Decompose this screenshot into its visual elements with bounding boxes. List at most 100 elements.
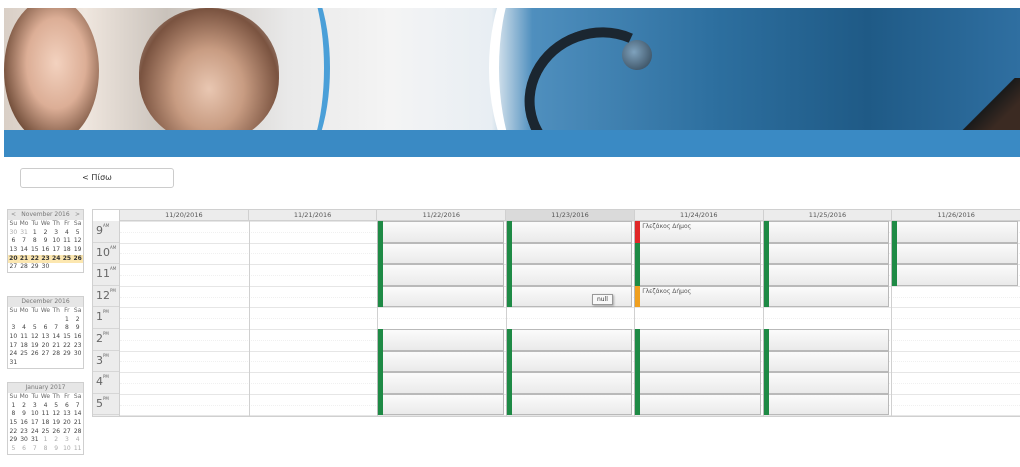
available-slot[interactable] xyxy=(762,393,890,416)
calendar-day[interactable]: 9 xyxy=(19,410,30,419)
calendar-day[interactable]: 7 xyxy=(29,445,40,454)
calendar-day[interactable]: 15 xyxy=(29,246,40,255)
calendar-day[interactable]: 11 xyxy=(40,410,51,419)
calendar-day[interactable]: 29 xyxy=(29,263,40,272)
calendar-day[interactable]: 4 xyxy=(19,324,30,333)
calendar-day[interactable]: 3 xyxy=(51,229,62,238)
available-slot[interactable] xyxy=(762,221,890,243)
calendar-day[interactable]: 29 xyxy=(62,350,73,359)
available-slot[interactable] xyxy=(377,329,504,351)
calendar-day[interactable]: 30 xyxy=(8,229,19,238)
available-slot[interactable] xyxy=(377,393,504,416)
available-slot[interactable] xyxy=(634,329,761,351)
calendar-day[interactable]: 31 xyxy=(29,436,40,445)
calendar-day[interactable]: 13 xyxy=(8,246,19,255)
calendar-day[interactable]: 3 xyxy=(62,436,73,445)
calendar-day[interactable]: 26 xyxy=(51,428,62,437)
calendar-day[interactable]: 15 xyxy=(8,419,19,428)
calendar-day[interactable]: 11 xyxy=(62,237,73,246)
available-slot[interactable] xyxy=(762,372,890,394)
available-slot[interactable] xyxy=(762,329,890,351)
calendar-day[interactable]: 25 xyxy=(40,428,51,437)
available-slot[interactable] xyxy=(891,242,1018,265)
calendar-day[interactable]: 19 xyxy=(72,246,83,255)
available-slot[interactable] xyxy=(762,242,890,265)
calendar-day[interactable]: 17 xyxy=(8,342,19,351)
calendar-day[interactable]: 20 xyxy=(40,342,51,351)
calendar-day[interactable]: 4 xyxy=(62,229,73,238)
calendar-day[interactable]: 23 xyxy=(72,342,83,351)
calendar-day[interactable]: 8 xyxy=(40,445,51,454)
calendar-day[interactable]: 6 xyxy=(8,237,19,246)
calendar-day[interactable]: 21 xyxy=(72,419,83,428)
available-slot[interactable] xyxy=(505,372,633,394)
calendar-day[interactable]: 16 xyxy=(72,333,83,342)
available-slot[interactable] xyxy=(505,393,633,416)
calendar-day[interactable]: 31 xyxy=(8,359,19,368)
calendar-day[interactable]: 21 xyxy=(18,254,30,264)
calendar-day[interactable]: 10 xyxy=(8,333,19,342)
calendar-day[interactable]: 5 xyxy=(72,229,83,238)
calendar-day[interactable]: 25 xyxy=(19,350,30,359)
calendar-day[interactable]: 1 xyxy=(40,436,51,445)
calendar-day[interactable]: 9 xyxy=(72,324,83,333)
available-slot[interactable] xyxy=(377,221,504,243)
available-slot[interactable] xyxy=(377,242,504,265)
calendar-day[interactable]: 14 xyxy=(72,410,83,419)
calendar-day[interactable]: 27 xyxy=(40,350,51,359)
booked-appointment[interactable]: Γλεζάκος Δήμος xyxy=(634,221,761,243)
calendar-day[interactable]: 4 xyxy=(40,402,51,411)
calendar-day[interactable]: 9 xyxy=(40,237,51,246)
calendar-day[interactable]: 10 xyxy=(62,445,73,454)
calendar-day[interactable]: 22 xyxy=(8,428,19,437)
calendar-day[interactable]: 16 xyxy=(40,246,51,255)
available-slot[interactable] xyxy=(505,242,633,265)
day-column-header[interactable]: 11/22/2016 xyxy=(376,210,505,220)
calendar-day[interactable]: 24 xyxy=(29,428,40,437)
calendar-day[interactable]: 14 xyxy=(19,246,30,255)
calendar-day[interactable]: 20 xyxy=(62,419,73,428)
calendar-day[interactable]: 8 xyxy=(62,324,73,333)
day-column-header[interactable]: 11/23/2016 xyxy=(505,210,634,220)
calendar-day[interactable]: 31 xyxy=(19,229,30,238)
calendar-day[interactable]: 16 xyxy=(19,419,30,428)
calendar-day[interactable]: 1 xyxy=(62,316,73,325)
calendar-day[interactable]: 7 xyxy=(51,324,62,333)
calendar-day[interactable]: 5 xyxy=(29,324,40,333)
calendar-day[interactable]: 30 xyxy=(72,350,83,359)
calendar-day[interactable]: 7 xyxy=(72,402,83,411)
calendar-day[interactable]: 18 xyxy=(40,419,51,428)
calendar-day[interactable]: 22 xyxy=(62,342,73,351)
available-slot[interactable] xyxy=(505,329,633,351)
calendar-day[interactable]: 30 xyxy=(40,263,51,272)
calendar-day[interactable]: 13 xyxy=(62,410,73,419)
calendar-day[interactable]: 2 xyxy=(51,436,62,445)
available-slot[interactable] xyxy=(377,350,504,373)
calendar-day[interactable]: 9 xyxy=(51,445,62,454)
calendar-day[interactable]: 5 xyxy=(8,445,19,454)
calendar-day[interactable]: 13 xyxy=(40,333,51,342)
calendar-day[interactable]: 1 xyxy=(29,229,40,238)
calendar-day[interactable]: 19 xyxy=(29,342,40,351)
calendar-day[interactable]: 3 xyxy=(8,324,19,333)
available-slot[interactable] xyxy=(634,264,761,286)
available-slot[interactable] xyxy=(634,372,761,394)
calendar-day[interactable]: 8 xyxy=(29,237,40,246)
calendar-day[interactable]: 27 xyxy=(8,263,19,272)
available-slot[interactable] xyxy=(505,350,633,373)
calendar-day[interactable]: 11 xyxy=(72,445,83,454)
calendar-day[interactable]: 15 xyxy=(62,333,73,342)
available-slot[interactable] xyxy=(762,285,890,308)
calendar-day[interactable]: 4 xyxy=(72,436,83,445)
calendar-day[interactable]: 27 xyxy=(62,428,73,437)
calendar-day[interactable]: 2 xyxy=(72,316,83,325)
day-column-header[interactable]: 11/20/2016 xyxy=(119,210,248,220)
calendar-day[interactable]: 6 xyxy=(62,402,73,411)
calendar-day[interactable]: 19 xyxy=(51,419,62,428)
available-slot[interactable] xyxy=(505,285,633,308)
calendar-day[interactable]: 17 xyxy=(51,246,62,255)
calendar-day[interactable]: 12 xyxy=(72,237,83,246)
calendar-day[interactable]: 1 xyxy=(8,402,19,411)
calendar-day[interactable]: 2 xyxy=(19,402,30,411)
calendar-day[interactable]: 28 xyxy=(51,350,62,359)
